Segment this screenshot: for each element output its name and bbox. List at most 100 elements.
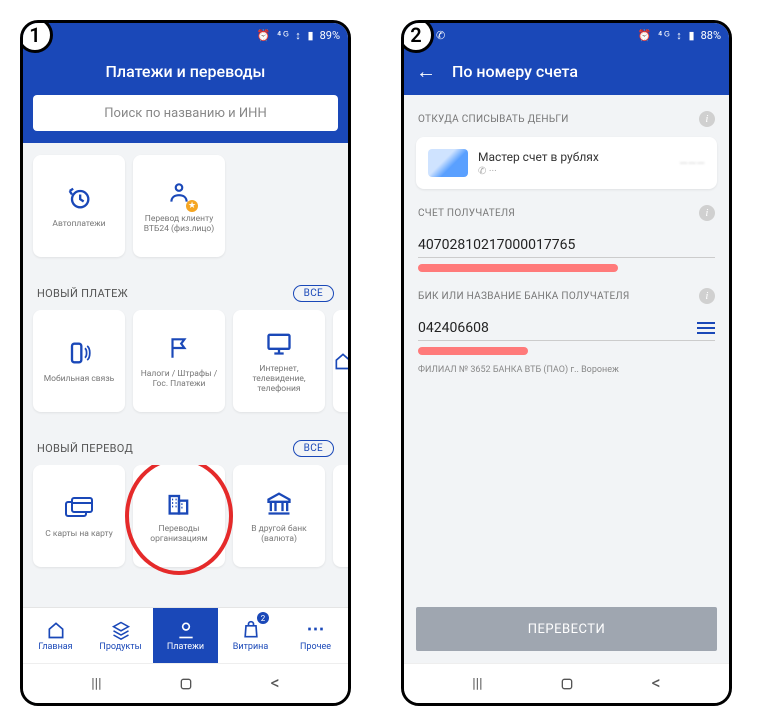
tile-label: Перевод клиенту ВТБ24 (физ.лицо)	[137, 214, 221, 234]
tile-vtb-client[interactable]: ★ Перевод клиенту ВТБ24 (физ.лицо)	[133, 155, 225, 257]
tile-label: Переводы организациям	[137, 524, 221, 544]
layers-icon	[111, 620, 131, 640]
input-value: 40702810217000017765	[418, 237, 575, 253]
android-nav: ||| <	[404, 663, 729, 703]
input-value: 042406608	[418, 320, 489, 336]
screen-2: 2 7:35 ✆ ⏰ ⁴ᴳ ↕ ▮ 88% ← По номеру счета …	[401, 20, 732, 706]
android-recent[interactable]: |||	[472, 676, 482, 692]
favorites-row: Автоплатежи ★ Перевод клиенту ВТБ24 (физ…	[23, 143, 348, 271]
tile-taxes[interactable]: Налоги / Штрафы / Гос. Платежи	[133, 310, 225, 412]
label-text: ОТКУДА СПИСЫВАТЬ ДЕНЬГИ	[418, 114, 569, 125]
highlight-ring	[125, 465, 233, 575]
label-text: СЧЕТ ПОЛУЧАТЕЛЯ	[418, 208, 515, 219]
timer-icon	[64, 183, 94, 213]
payment-row: Мобильная связь Налоги / Штрафы / Гос. П…	[23, 310, 348, 426]
nav-more[interactable]: ⋯ Прочее	[283, 608, 348, 663]
info-icon[interactable]: i	[699, 111, 715, 127]
account-selector[interactable]: Мастер счет в рублях ✆ ··· ———	[416, 137, 717, 189]
nav-payments[interactable]: Платежи	[153, 608, 218, 663]
person-icon: ★	[164, 178, 194, 208]
highlight-bar	[418, 264, 618, 272]
transfer-row: С карты на карту Переводы организациям В…	[23, 465, 348, 581]
building-icon	[164, 488, 194, 518]
info-icon[interactable]: i	[699, 205, 715, 221]
nav-badge: 2	[257, 612, 269, 624]
back-button[interactable]: ←	[416, 59, 436, 84]
account-title: Мастер счет в рублях	[478, 150, 599, 164]
status-battery: 88%	[701, 29, 721, 42]
tile-card-to-card[interactable]: С карты на карту	[33, 465, 125, 567]
search-input[interactable]: Поиск по названию и ИНН	[33, 95, 338, 131]
status-icons: ⏰ ⁴ᴳ ↕ ▮	[257, 29, 316, 42]
android-home[interactable]	[559, 676, 575, 692]
status-battery: 89%	[320, 29, 340, 42]
search-wrap: Поиск по названию и ИНН	[23, 95, 348, 143]
section-title: НОВЫЙ ПЛАТЕЖ	[37, 287, 128, 300]
account-thumb-icon	[428, 149, 468, 177]
account-balance: ———	[679, 157, 705, 170]
tile-other-bank[interactable]: В другой банк (валюта)	[233, 465, 325, 567]
menu-icon[interactable]	[697, 322, 715, 334]
tile-label: Интернет, телевидение, телефония	[237, 364, 321, 395]
tile-more[interactable]	[333, 465, 348, 567]
transfer-button[interactable]: ПЕРЕВЕСТИ	[416, 607, 717, 651]
account-subtitle: ✆ ···	[478, 166, 599, 177]
tile-label: С карты на карту	[45, 529, 113, 539]
tile-internet[interactable]: Интернет, телевидение, телефония	[233, 310, 325, 412]
bottom-nav: Главная Продукты Платежи 2 Витрина ⋯ Про…	[23, 607, 348, 663]
android-back[interactable]: <	[271, 673, 280, 694]
bank-icon	[264, 488, 294, 518]
bag-icon	[241, 620, 261, 640]
tile-autopayments[interactable]: Автоплатежи	[33, 155, 125, 257]
status-icons: ⏰ ⁴ᴳ ↕ ▮	[638, 29, 697, 42]
all-button[interactable]: ВСЕ	[293, 440, 334, 457]
bik-input[interactable]: 042406608	[418, 314, 715, 341]
nav-label: Продукты	[99, 642, 141, 652]
highlight-bar	[418, 347, 528, 355]
screen-1: 1 34 · ⏰ ⁴ᴳ ↕ ▮ 89% Платежи и переводы П…	[20, 20, 351, 706]
nav-products[interactable]: Продукты	[88, 608, 153, 663]
section-transfer-head: НОВЫЙ ПЕРЕВОД ВСЕ	[23, 426, 348, 465]
dots-icon: ⋯	[307, 620, 325, 640]
content: Автоплатежи ★ Перевод клиенту ВТБ24 (физ…	[23, 143, 348, 607]
nav-label: Прочее	[300, 642, 331, 652]
info-icon[interactable]: i	[699, 288, 715, 304]
nav-label: Платежи	[167, 642, 204, 652]
nav-showcase[interactable]: 2 Витрина	[218, 608, 283, 663]
phone-signal-icon	[64, 338, 94, 368]
cards-icon	[64, 493, 94, 523]
tile-label: Автоплатежи	[52, 219, 105, 229]
nav-label: Витрина	[233, 642, 268, 652]
section-title: НОВЫЙ ПЕРЕВОД	[37, 442, 133, 455]
android-nav: ||| <	[23, 663, 348, 703]
bank-hint: ФИЛИАЛ № 3652 БАНКА ВТБ (ПАО) г.. Вороне…	[404, 355, 729, 385]
section-payment-head: НОВЫЙ ПЛАТЕЖ ВСЕ	[23, 271, 348, 310]
tile-label: Мобильная связь	[44, 374, 115, 384]
tile-label: Налоги / Штрафы / Гос. Платежи	[137, 369, 221, 389]
recipient-account-input[interactable]: 40702810217000017765	[418, 231, 715, 258]
nav-label: Главная	[38, 642, 72, 652]
tile-utilities[interactable]	[333, 310, 348, 412]
bik-section-label: БИК ИЛИ НАЗВАНИЕ БАНКА ПОЛУЧАТЕЛЯ i	[404, 272, 729, 314]
home-icon	[46, 620, 66, 640]
tile-label: В другой банк (валюта)	[237, 524, 321, 544]
monitor-icon	[264, 328, 294, 358]
android-back[interactable]: <	[652, 673, 661, 694]
label-text: БИК ИЛИ НАЗВАНИЕ БАНКА ПОЛУЧАТЕЛЯ	[418, 291, 630, 302]
flag-icon	[164, 333, 194, 363]
tile-mobile[interactable]: Мобильная связь	[33, 310, 125, 412]
content: ОТКУДА СПИСЫВАТЬ ДЕНЬГИ i Мастер счет в …	[404, 95, 729, 663]
tile-org-transfer[interactable]: Переводы организациям	[133, 465, 225, 567]
from-section-label: ОТКУДА СПИСЫВАТЬ ДЕНЬГИ i	[404, 95, 729, 137]
android-home[interactable]	[178, 676, 194, 692]
acct-section-label: СЧЕТ ПОЛУЧАТЕЛЯ i	[404, 189, 729, 231]
all-button[interactable]: ВСЕ	[293, 285, 334, 302]
person-circle-icon	[176, 620, 196, 640]
nav-home[interactable]: Главная	[23, 608, 88, 663]
page-title: По номеру счета	[452, 62, 578, 81]
app-bar: Платежи и переводы	[23, 47, 348, 95]
app-bar: ← По номеру счета	[404, 47, 729, 95]
house-icon	[328, 346, 348, 376]
android-recent[interactable]: |||	[91, 676, 101, 692]
status-bar: 7:35 ✆ ⏰ ⁴ᴳ ↕ ▮ 88%	[404, 23, 729, 47]
